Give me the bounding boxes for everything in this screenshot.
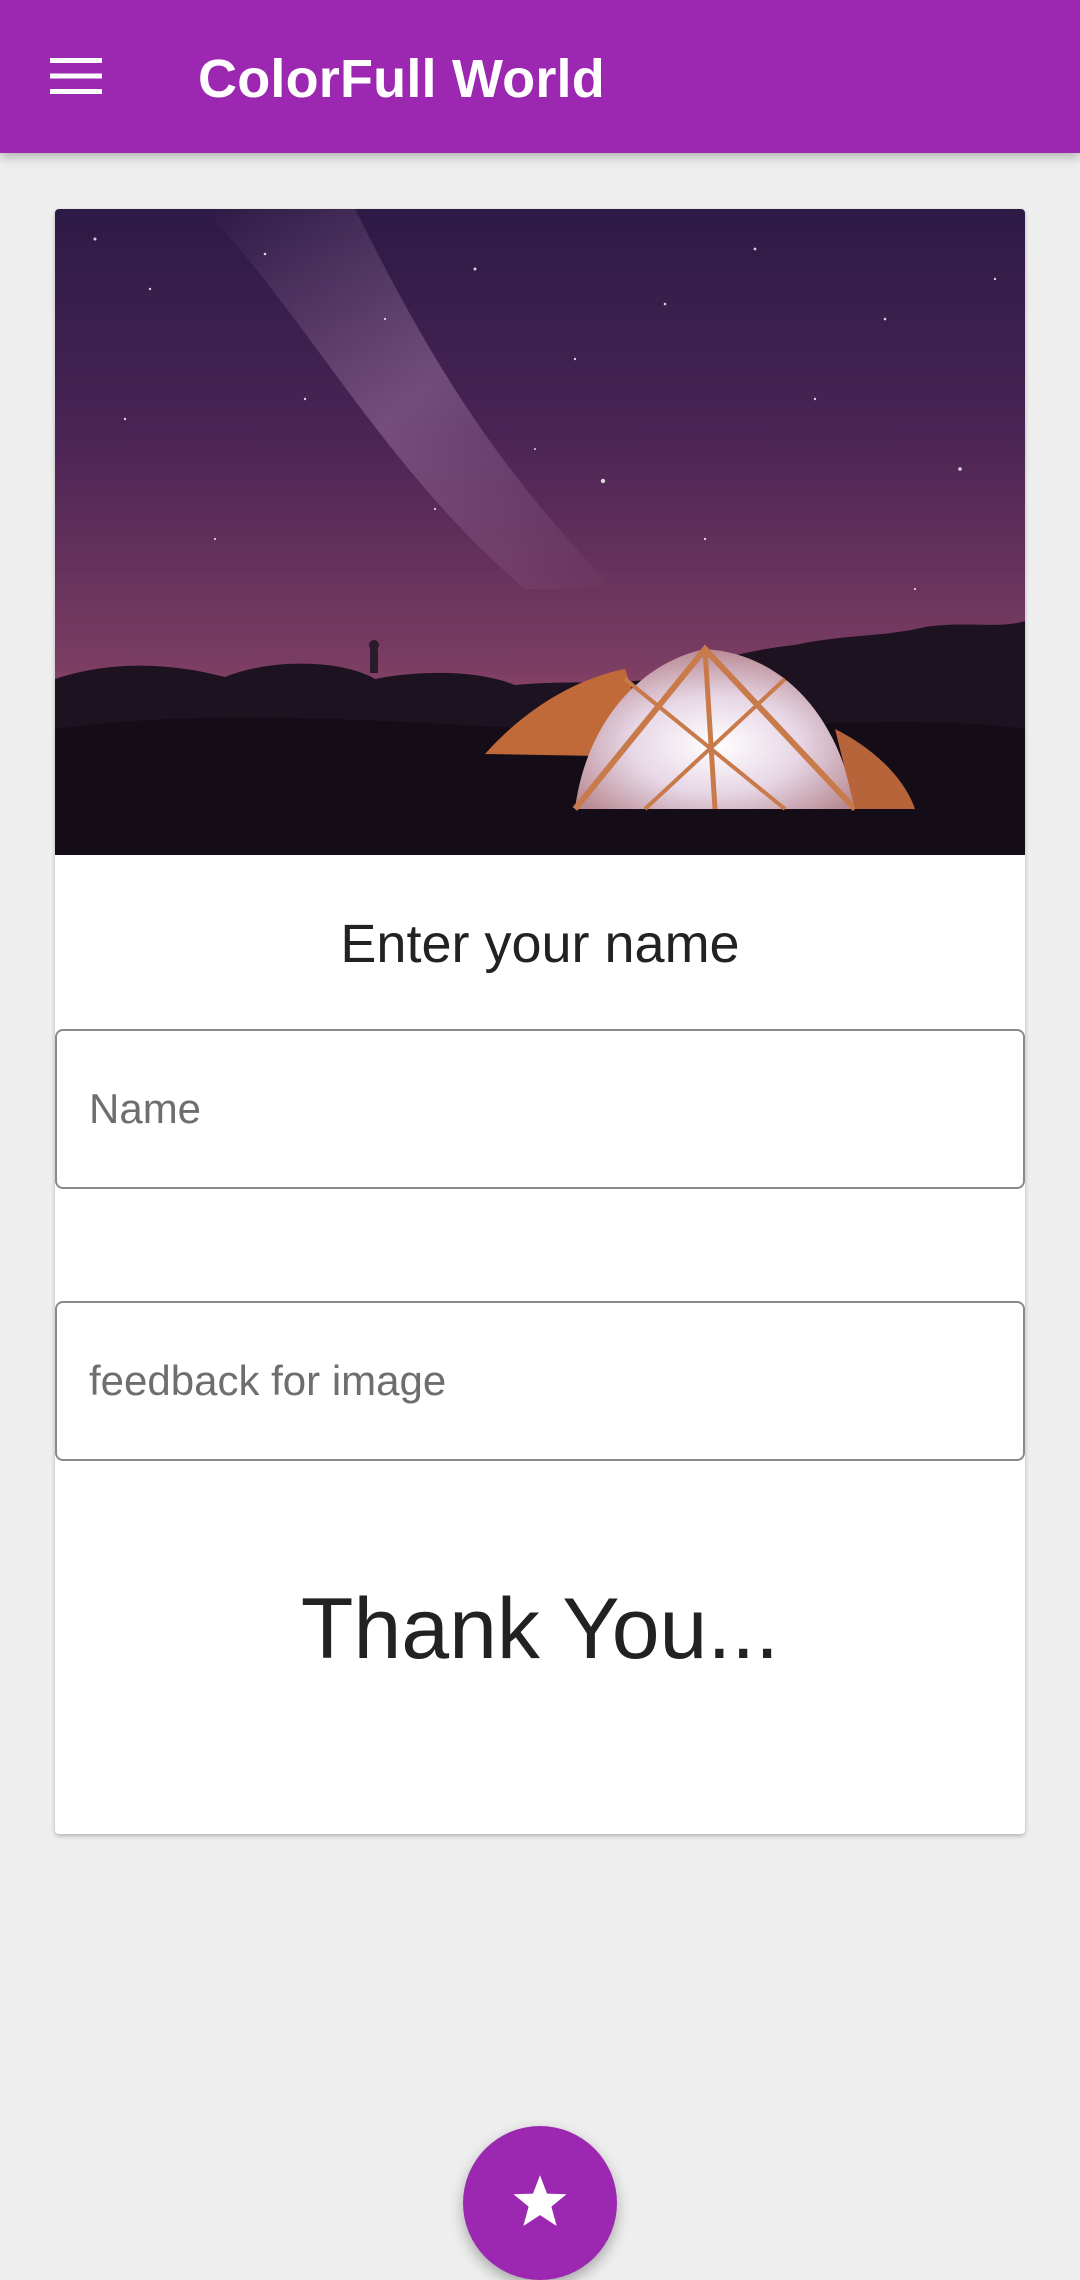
feedback-card: Enter your name Thank You... <box>55 209 1025 1834</box>
favorite-fab[interactable] <box>463 2126 617 2280</box>
thank-you-text: Thank You... <box>300 1581 780 1677</box>
menu-icon <box>50 58 102 94</box>
name-prompt: Enter your name <box>340 914 740 974</box>
star-icon <box>513 2175 567 2226</box>
name-input[interactable] <box>55 1029 1025 1189</box>
menu-button[interactable] <box>36 44 116 108</box>
app-bar: ColorFull World <box>0 0 1080 153</box>
app-title: ColorFull World <box>198 49 605 109</box>
feedback-input[interactable] <box>55 1301 1025 1461</box>
hero-image <box>55 209 1025 855</box>
